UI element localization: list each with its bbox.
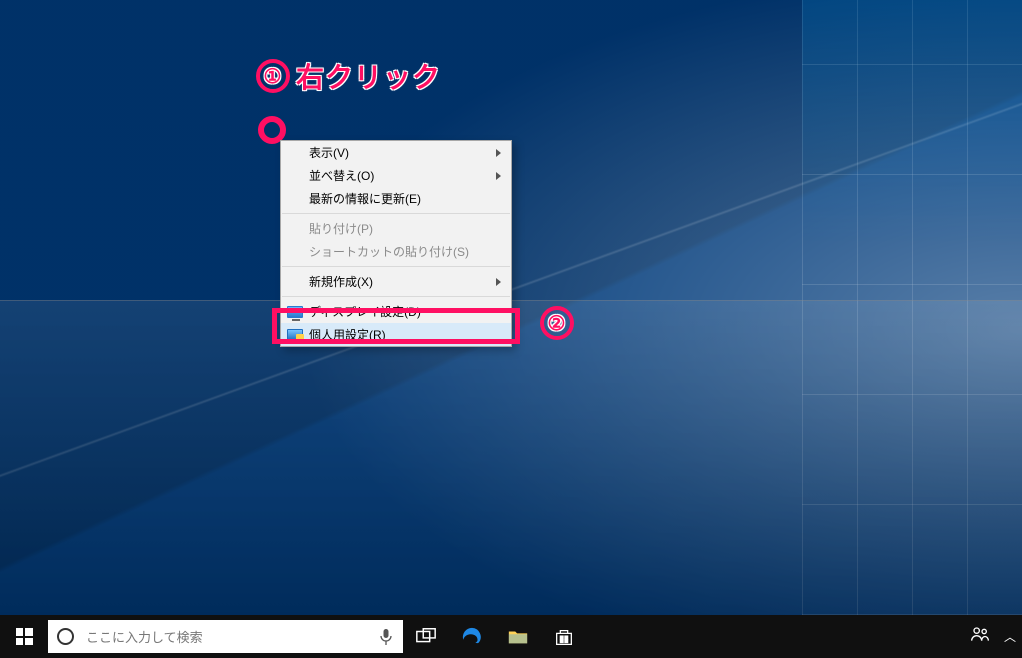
start-button[interactable] <box>0 615 48 658</box>
menu-paste-shortcut: ショートカットの貼り付け(S) <box>281 240 511 263</box>
display-settings-icon <box>287 306 303 318</box>
menu-separator <box>282 296 510 297</box>
people-icon[interactable] <box>970 624 990 649</box>
menu-display-settings[interactable]: ディスプレイ設定(D) <box>281 300 511 323</box>
menu-refresh[interactable]: 最新の情報に更新(E) <box>281 187 511 210</box>
microphone-icon[interactable] <box>369 628 403 646</box>
menu-view[interactable]: 表示(V) <box>281 141 511 164</box>
menu-personalize[interactable]: 個人用設定(R) <box>281 323 511 346</box>
cortana-icon <box>48 628 82 645</box>
annotation-step1-text: 右クリック <box>296 56 441 96</box>
windows-logo-icon <box>16 628 33 645</box>
task-view-button[interactable] <box>403 615 449 658</box>
tray-overflow-chevron-icon[interactable]: ︿ <box>1004 628 1016 645</box>
personalize-icon <box>287 329 303 341</box>
edge-button[interactable] <box>449 615 495 658</box>
menu-paste: 貼り付け(P) <box>281 217 511 240</box>
taskbar-search[interactable]: ここに入力して検索 <box>48 620 403 653</box>
menu-new[interactable]: 新規作成(X) <box>281 270 511 293</box>
search-placeholder: ここに入力して検索 <box>82 627 369 646</box>
system-tray: ︿ <box>970 615 1016 658</box>
menu-sort[interactable]: 並べ替え(O) <box>281 164 511 187</box>
wallpaper-reflection <box>0 300 1022 615</box>
store-button[interactable] <box>541 615 587 658</box>
annotation-step2: ② <box>540 306 574 340</box>
taskbar: ここに入力して検索 ︿ <box>0 615 1022 658</box>
annotation-step1-number: ① <box>256 59 290 93</box>
annotation-step2-number: ② <box>540 306 574 340</box>
desktop-context-menu: 表示(V) 並べ替え(O) 最新の情報に更新(E) 貼り付け(P) ショートカッ… <box>280 140 512 347</box>
menu-separator <box>282 213 510 214</box>
file-explorer-button[interactable] <box>495 615 541 658</box>
annotation-step1: ① 右クリック <box>256 56 441 96</box>
menu-separator <box>282 266 510 267</box>
